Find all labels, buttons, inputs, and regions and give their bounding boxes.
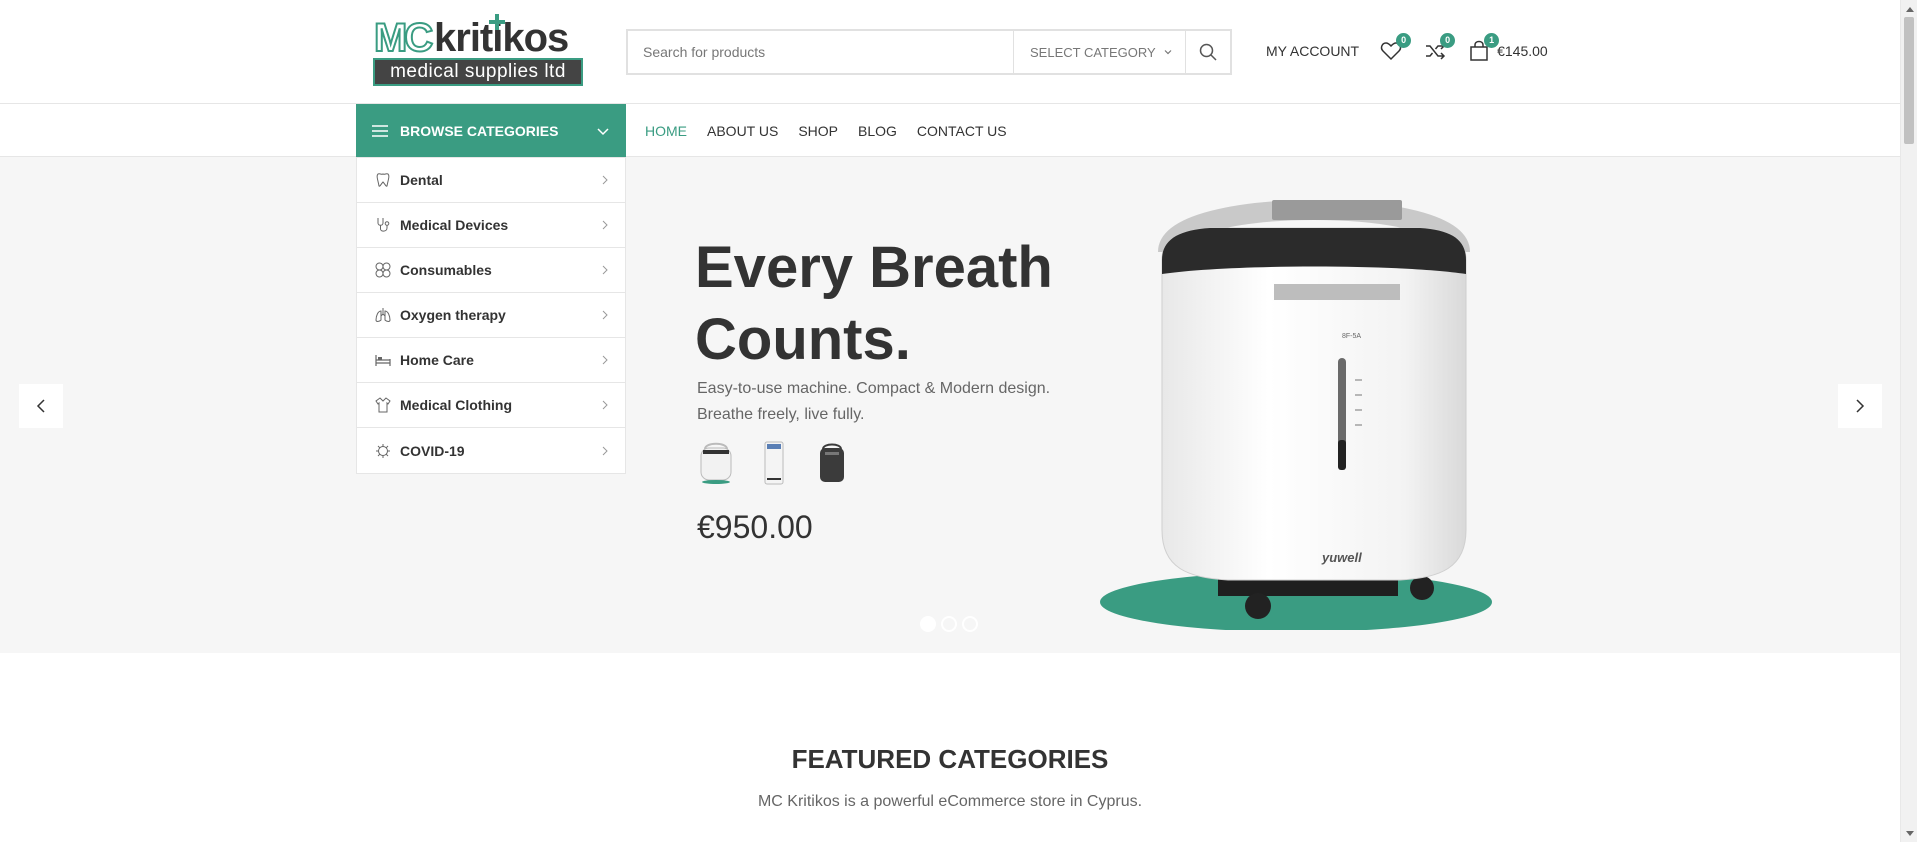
nav-item-blog[interactable]: BLOG: [858, 123, 897, 139]
chevron-right-icon: [602, 400, 608, 410]
compare-count-badge: 0: [1440, 33, 1456, 48]
cart-button[interactable]: 1: [1467, 33, 1500, 63]
medical-cross-icon: [489, 14, 505, 30]
hero-description: Easy-to-use machine. Compact & Modern de…: [697, 376, 1077, 428]
category-item-home-care[interactable]: Home Care: [357, 338, 625, 383]
bed-icon: [374, 351, 392, 369]
pills-icon: [374, 261, 392, 279]
hero-headline: Every Breath Counts.: [695, 235, 1053, 372]
coat-icon: [374, 396, 392, 414]
main-navigation: BROWSE CATEGORIES HOME ABOUT US SHOP BLO…: [0, 104, 1900, 158]
slider-pagination: [920, 616, 983, 632]
wishlist-count-badge: 0: [1396, 33, 1412, 48]
scrollbar-thumb[interactable]: [1904, 17, 1914, 144]
category-item-consumables[interactable]: Consumables: [357, 248, 625, 293]
nav-item-about-us[interactable]: ABOUT US: [707, 123, 778, 139]
chevron-down-icon: [1164, 50, 1172, 55]
compare-button[interactable]: 0: [1423, 33, 1456, 63]
slider-dot-3[interactable]: [962, 616, 978, 632]
featured-categories-subtitle: MC Kritikos is a powerful eCommerce stor…: [757, 793, 1143, 810]
page-scrollbar[interactable]: [1900, 0, 1917, 842]
search-button[interactable]: [1185, 31, 1230, 73]
my-account-link[interactable]: MY ACCOUNT: [1266, 43, 1359, 59]
cart-total[interactable]: €145.00: [1497, 43, 1548, 59]
category-item-medical-clothing[interactable]: Medical Clothing: [357, 383, 625, 428]
nav-item-contact-us[interactable]: CONTACT US: [917, 123, 1007, 139]
hero-description-line: Breathe freely, live fully.: [697, 406, 865, 423]
cart-count-badge: 1: [1484, 33, 1500, 48]
category-dropdown: Dental Medical Devices Consumables Oxyge…: [356, 157, 626, 474]
category-label: Medical Clothing: [400, 397, 512, 413]
nav-item-home[interactable]: HOME: [645, 123, 687, 139]
category-label: Medical Devices: [400, 217, 509, 233]
hero-price: €950.00: [697, 509, 813, 545]
header-actions: MY ACCOUNT 0 0 1 €145.00: [1266, 33, 1548, 64]
wishlist-button[interactable]: 0: [1379, 33, 1412, 63]
category-label: Oxygen therapy: [400, 307, 506, 323]
logo-tagline: medical supplies ltd: [373, 58, 583, 86]
category-select-label: SELECT CATEGORY: [1030, 44, 1156, 60]
browse-categories-button[interactable]: BROWSE CATEGORIES: [356, 104, 626, 158]
category-select[interactable]: SELECT CATEGORY: [1013, 31, 1185, 73]
hamburger-menu-icon: [372, 125, 388, 137]
search-icon: [1199, 43, 1217, 61]
nav-item-shop[interactable]: SHOP: [798, 123, 838, 139]
variant-thumb-white[interactable]: [697, 440, 735, 486]
featured-categories-title: FEATURED CATEGORIES: [791, 744, 1109, 774]
nav-menu: HOME ABOUT US SHOP BLOG CONTACT US: [645, 104, 1027, 157]
product-model-text: 8F-5A: [1342, 333, 1361, 340]
category-item-covid-19[interactable]: COVID-19: [357, 428, 625, 473]
slider-dot-1[interactable]: [920, 616, 936, 632]
virus-icon: [374, 442, 392, 460]
slider-prev-button[interactable]: [19, 384, 63, 428]
browse-categories-label: BROWSE CATEGORIES: [400, 123, 559, 139]
chevron-right-icon: [1856, 399, 1865, 413]
slider-next-button[interactable]: [1838, 384, 1882, 428]
hero-description-line: Easy-to-use machine. Compact & Modern de…: [697, 380, 1051, 397]
category-label: Home Care: [400, 352, 474, 368]
slider-dot-2[interactable]: [941, 616, 957, 632]
scroll-up-arrow-icon[interactable]: [1901, 0, 1917, 17]
scroll-down-arrow-icon[interactable]: [1901, 825, 1917, 842]
product-variant-thumbnails: [697, 440, 871, 486]
chevron-right-icon: [602, 265, 608, 275]
category-item-dental[interactable]: Dental: [357, 158, 625, 203]
site-logo[interactable]: MC kritikos medical supplies ltd: [372, 14, 584, 88]
chevron-right-icon: [602, 446, 608, 455]
logo-wordmark: MC kritikos: [372, 14, 584, 60]
category-label: COVID-19: [400, 442, 465, 459]
chevron-right-icon: [602, 220, 608, 230]
variant-thumb-tall[interactable]: [755, 440, 793, 486]
stethoscope-icon: [374, 216, 392, 234]
search-input[interactable]: [628, 31, 1013, 73]
oxygen-concentrator-image: 8F-5A yuwell: [1100, 200, 1510, 632]
chevron-right-icon: [602, 355, 608, 365]
chevron-right-icon: [602, 175, 608, 185]
chevron-left-icon: [36, 399, 45, 413]
site-header: MC kritikos medical supplies ltd SELECT …: [0, 0, 1900, 104]
product-brand-text: yuwell: [1321, 550, 1362, 565]
category-label: Dental: [400, 172, 443, 188]
tooth-icon: [374, 171, 392, 189]
category-item-medical-devices[interactable]: Medical Devices: [357, 203, 625, 248]
chevron-down-icon: [597, 128, 609, 136]
category-item-oxygen-therapy[interactable]: Oxygen therapy: [357, 293, 625, 338]
category-label: Consumables: [400, 262, 492, 278]
search-form: SELECT CATEGORY: [626, 29, 1232, 75]
variant-thumb-dark[interactable]: [813, 440, 851, 486]
lungs-icon: [374, 306, 392, 324]
logo-mc: MC: [373, 16, 434, 60]
chevron-right-icon: [602, 310, 608, 320]
page: MC kritikos medical supplies ltd SELECT …: [0, 0, 1917, 842]
